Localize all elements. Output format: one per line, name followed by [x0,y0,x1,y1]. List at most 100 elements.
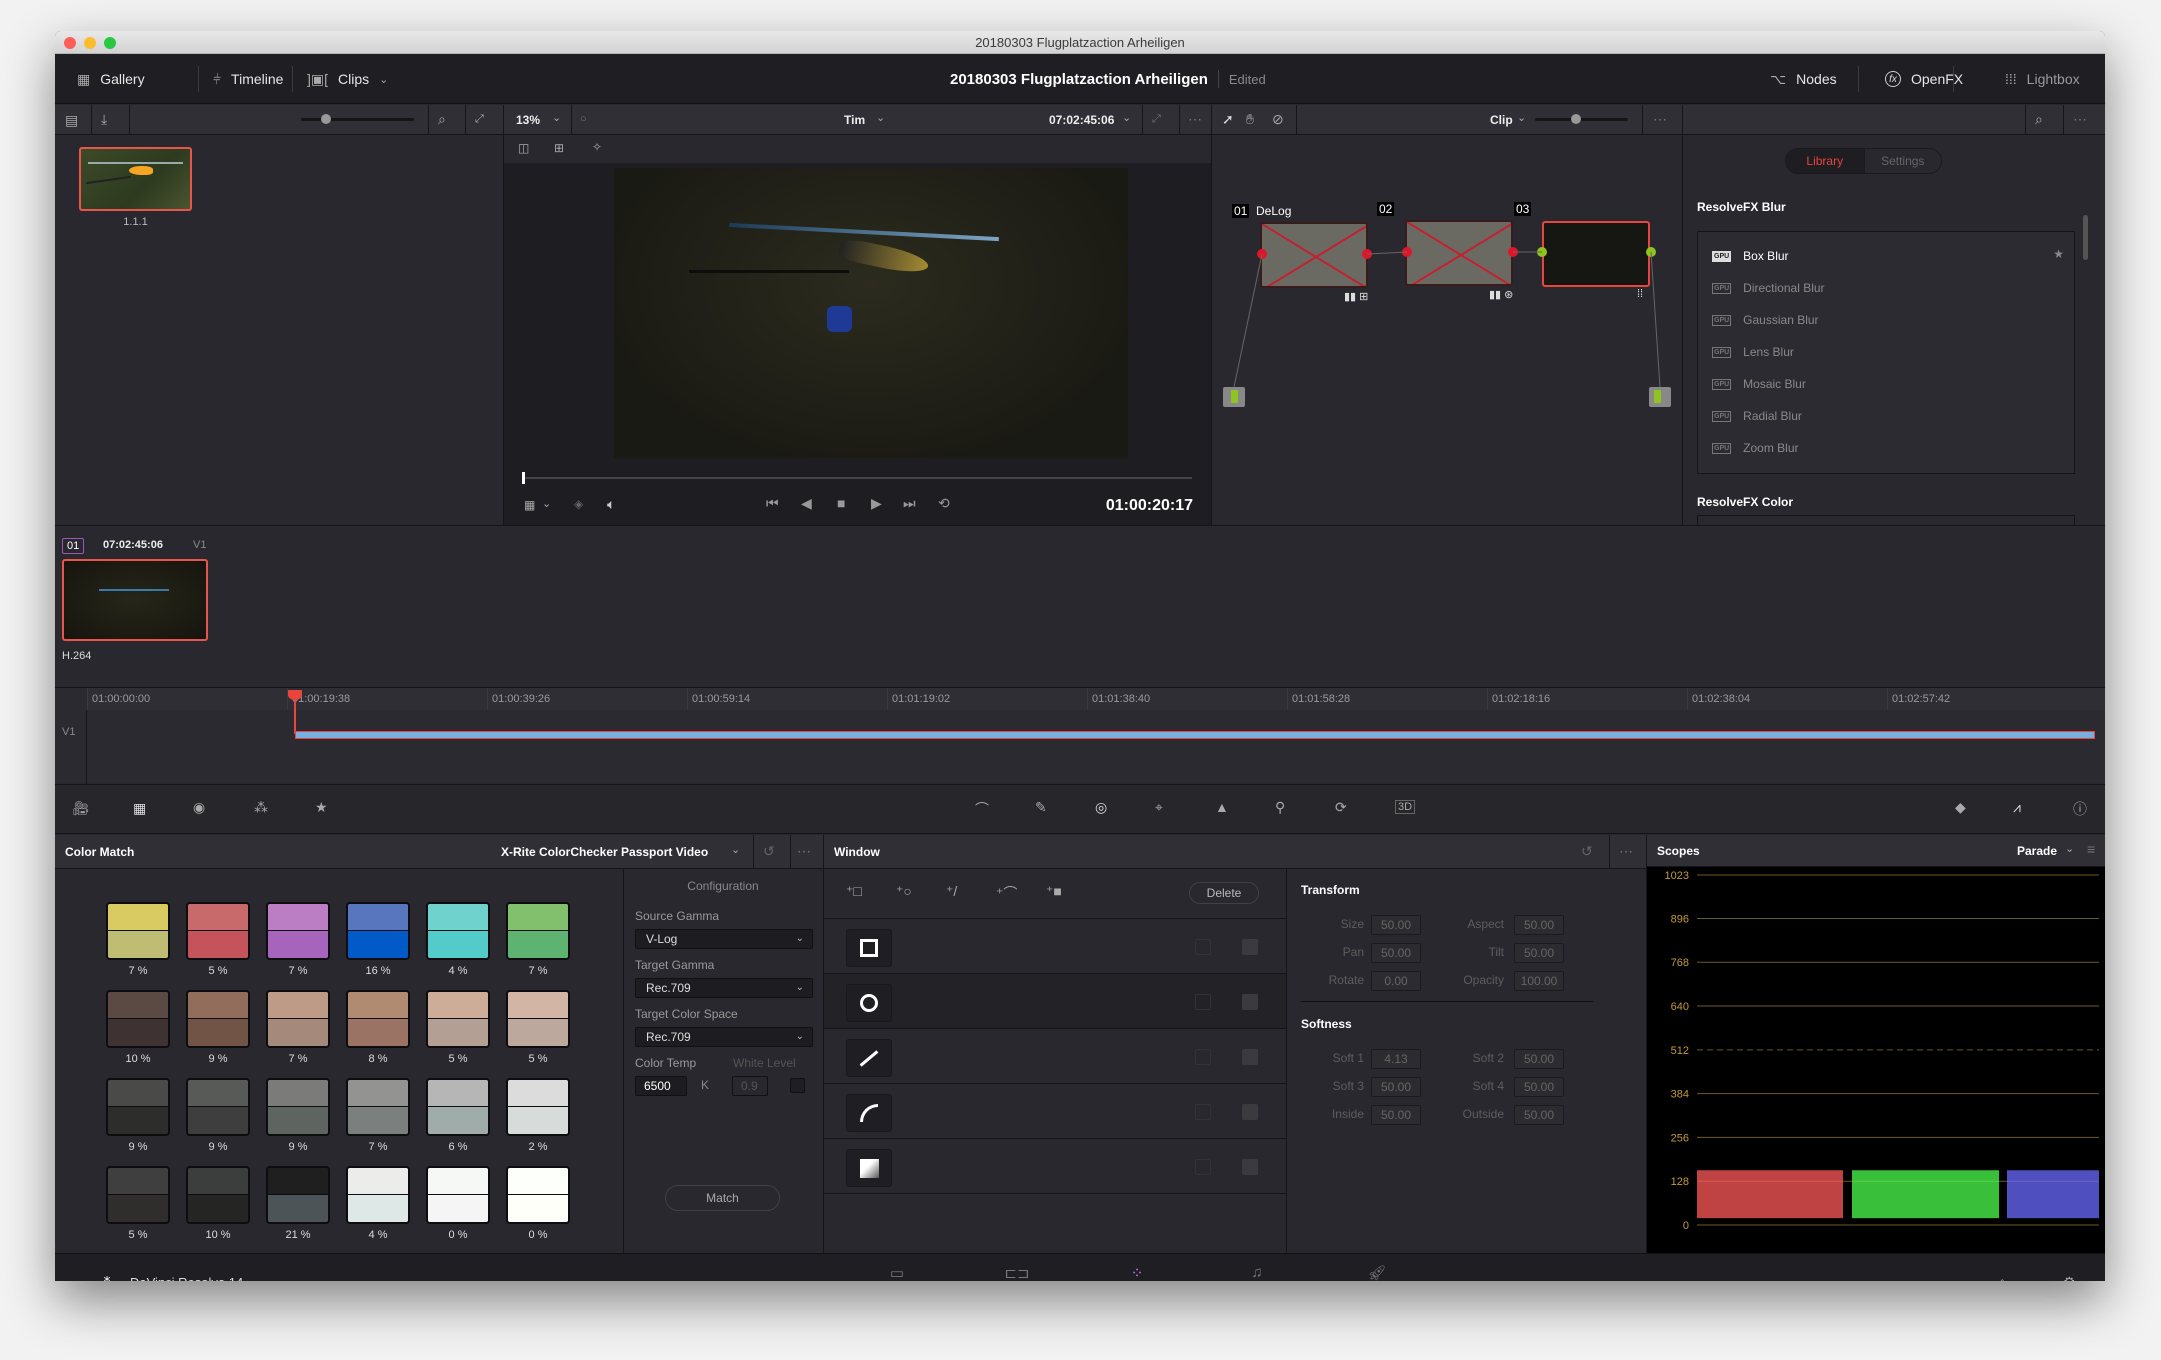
loop-icon[interactable]: ⟲ [938,495,950,512]
hand-icon[interactable]: ✋︎ [1246,111,1254,128]
color-match-icon[interactable]: ▦ [133,800,146,817]
white-level-checkbox[interactable] [790,1078,805,1093]
color-swatch[interactable] [186,902,250,960]
slider-handle[interactable] [321,114,331,124]
close-window-button[interactable] [64,37,76,49]
timeline-clip-bar[interactable] [295,731,2095,739]
video-frame[interactable] [614,168,1128,458]
favorite-star-icon[interactable]: ★ [2053,247,2064,261]
node-input-dot[interactable] [1257,249,1267,259]
invert-toggle[interactable] [1195,939,1211,955]
scope-settings-icon[interactable]: ≡ [2087,841,2095,857]
page-tab-deliver[interactable]: 🚀︎Deliver [1317,1254,1437,1281]
more-options-icon[interactable]: ⋯ [1188,111,1202,128]
color-swatch[interactable] [426,1166,490,1224]
fx-item-lens-blur[interactable]: GPU Lens Blur [1712,345,1794,359]
grid-view-icon[interactable]: ⊞ [554,141,564,155]
soft2-input[interactable]: 50.00 [1514,1049,1564,1069]
invert-toggle[interactable] [1195,1159,1211,1175]
thumbnail-size-slider[interactable] [301,114,414,124]
fx-item-radial-blur[interactable]: GPU Radial Blur [1712,409,1802,423]
color-swatch[interactable] [266,902,330,960]
sizing-icon[interactable]: ⟳ [1335,799,1347,816]
tab-settings[interactable]: Settings [1863,149,1942,173]
white-level-input[interactable]: 0.9 [732,1076,768,1096]
tab-library[interactable]: Library [1786,149,1864,173]
size-input[interactable]: 50.00 [1371,915,1421,935]
clip-name-dropdown[interactable]: Tim [844,113,865,127]
color-swatch[interactable] [426,902,490,960]
more-options-icon[interactable]: ⋯ [1619,843,1633,860]
add-curve-window-icon[interactable]: ⁺⌒ [996,883,1017,903]
mask-toggle[interactable] [1242,1159,1258,1175]
fx-item-gaussian-blur[interactable]: GPU Gaussian Blur [1712,313,1819,327]
node-output-dot[interactable] [1362,249,1372,259]
tracker-icon[interactable]: ⌖ [1155,799,1163,816]
node-03[interactable] [1542,221,1650,287]
color-swatch[interactable] [106,1078,170,1136]
nodes-button[interactable]: ⌥ Nodes [1770,54,1837,104]
fx-item-box-blur[interactable]: GPU Box Blur [1712,249,1789,263]
soft4-input[interactable]: 50.00 [1514,1077,1564,1097]
key-icon[interactable]: ⚲ [1275,799,1285,816]
color-swatch[interactable] [186,1078,250,1136]
add-gradient-window-icon[interactable]: ⁺■ [1046,883,1062,900]
node-01[interactable] [1260,222,1368,288]
color-swatch[interactable] [106,990,170,1048]
fx-item-mosaic-blur[interactable]: GPU Mosaic Blur [1712,377,1806,391]
keyframes-icon[interactable]: ◆ [1955,799,1966,816]
gallery-still-thumbnail[interactable] [79,147,192,211]
color-swatch[interactable] [346,990,410,1048]
rgb-mixer-icon[interactable]: ⁂ [254,799,268,816]
curves-icon[interactable]: ⌒ [975,799,989,819]
mask-toggle[interactable] [1242,994,1258,1010]
color-swatch[interactable] [346,1078,410,1136]
viewer-mode-icon[interactable]: ▦ [524,498,535,512]
gallery-button[interactable]: ▦ Gallery [77,54,145,104]
info-icon[interactable]: ⓘ [2073,799,2087,819]
motion-effects-icon[interactable]: ★ [315,799,328,816]
more-options-icon[interactable]: ⋯ [797,843,811,860]
chart-type-dropdown[interactable]: X-Rite ColorChecker Passport Video [501,845,708,859]
expand-icon[interactable]: ⤢ [475,113,484,126]
zoom-level-dropdown[interactable]: 13% [516,113,540,127]
scrubber-handle[interactable] [522,472,525,484]
color-swatch[interactable] [106,902,170,960]
window-icon[interactable]: ◎ [1095,799,1107,816]
settings-gear-icon[interactable]: ⚙ [2063,1274,2076,1281]
fx-item-directional-blur[interactable]: GPU Directional Blur [1712,281,1825,295]
node-02[interactable] [1405,220,1513,286]
color-swatch[interactable] [506,1078,570,1136]
window-row-curve[interactable] [824,1084,1286,1139]
more-options-icon[interactable]: ⋯ [2073,111,2087,128]
node-zoom-slider[interactable] [1535,114,1628,124]
source-input-node[interactable] [1223,387,1245,407]
color-swatch[interactable] [426,990,490,1048]
qualifier-icon[interactable]: ✎ [1035,799,1047,816]
stop-icon[interactable]: ■ [837,495,845,511]
bypass-icon[interactable]: ⊘ [1272,111,1284,128]
node-output-dot[interactable] [1646,247,1656,257]
scopes-icon[interactable]: ⩘ [2013,799,2021,816]
mask-toggle[interactable] [1242,1049,1258,1065]
aspect-input[interactable]: 50.00 [1514,915,1564,935]
node-output-dot[interactable] [1508,247,1518,257]
page-tab-media[interactable]: ▭Media [837,1254,957,1281]
reset-icon[interactable]: ↺ [763,843,775,860]
color-temp-input[interactable]: 6500 [635,1076,687,1096]
blur-icon[interactable]: ▲ [1215,799,1229,815]
scope-mode-dropdown[interactable]: Parade [2017,844,2057,858]
sidebar-toggle-icon[interactable]: ▤ [65,112,78,129]
pointer-icon[interactable]: ➚ [1222,111,1234,128]
timeline-button[interactable]: ⫩ Timeline [213,54,283,104]
more-options-icon[interactable]: ⋯ [1653,111,1667,128]
home-icon[interactable]: ⌂ [1998,1274,2006,1281]
camera-raw-icon[interactable]: 🎥︎ [72,800,90,817]
soft3-input[interactable]: 50.00 [1371,1077,1421,1097]
opacity-input[interactable]: 100.00 [1514,971,1564,991]
source-timecode-dropdown[interactable]: 07:02:45:06 [1049,113,1114,127]
fx-item-zoom-blur[interactable]: GPU Zoom Blur [1712,441,1799,455]
window-row-rectangle[interactable] [824,919,1286,974]
pan-input[interactable]: 50.00 [1371,943,1421,963]
color-swatch[interactable] [506,902,570,960]
